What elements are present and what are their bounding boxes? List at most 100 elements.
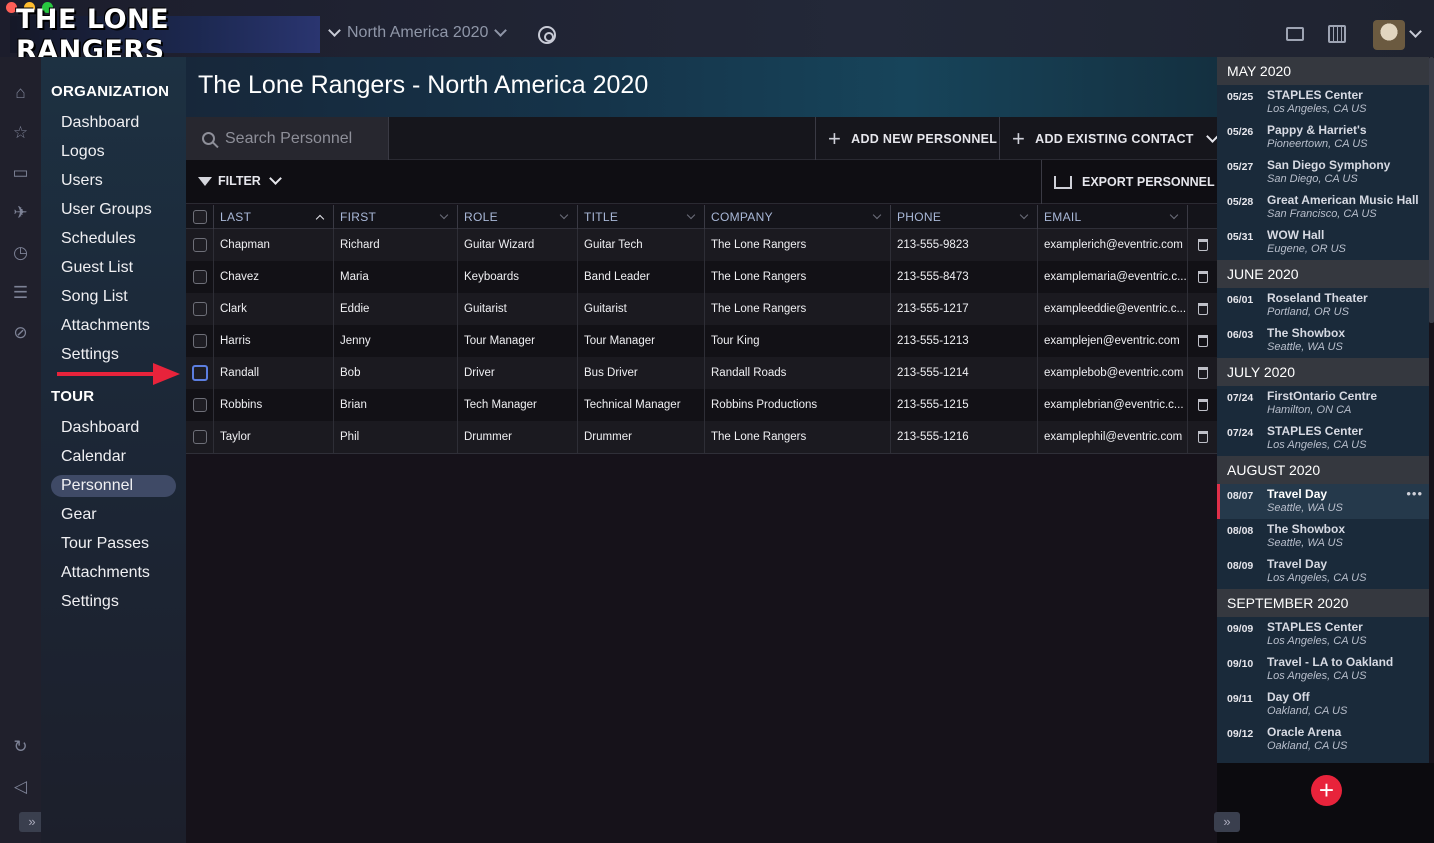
- sidebar-item-settings[interactable]: Settings: [51, 591, 176, 613]
- delete-row-button[interactable]: [1188, 357, 1217, 389]
- row-checkbox[interactable]: [192, 302, 207, 316]
- cell-phone: 213-555-1215: [891, 389, 1038, 421]
- calendar-icon[interactable]: [1328, 25, 1346, 43]
- sidebar-item-attachments[interactable]: Attachments: [51, 562, 176, 584]
- sidebar-item-schedules[interactable]: Schedules: [51, 228, 176, 250]
- row-checkbox[interactable]: [192, 398, 207, 412]
- filter-icon: [198, 176, 212, 186]
- row-checkbox[interactable]: [192, 430, 207, 444]
- event-location: Portland, OR US: [1267, 306, 1349, 318]
- column-header-role[interactable]: ROLE: [458, 205, 578, 229]
- schedule-event[interactable]: 05/31 WOW Hall Eugene, OR US: [1217, 225, 1429, 260]
- delete-row-button[interactable]: [1188, 389, 1217, 421]
- column-header-email[interactable]: EMAIL: [1038, 205, 1188, 229]
- row-checkbox-cell: [186, 421, 214, 453]
- schedule-event[interactable]: 05/26 Pappy & Harriet's Pioneertown, CA US: [1217, 120, 1429, 155]
- table-row[interactable]: Robbins Brian Tech Manager Technical Manage…: [186, 389, 1217, 421]
- id-card-icon[interactable]: [1286, 27, 1304, 41]
- paperclip-icon[interactable]: ⊘: [11, 323, 30, 342]
- table-row[interactable]: Clark Eddie Guitarist Guitarist The Lone Ran…: [186, 293, 1217, 325]
- schedule-event[interactable]: 06/03 The Showbox Seattle, WA US: [1217, 323, 1429, 358]
- column-header-first[interactable]: FIRST: [334, 205, 458, 229]
- event-date: 09/12: [1227, 728, 1254, 740]
- schedule-event[interactable]: 05/25 STAPLES Center Los Angeles, CA US: [1217, 85, 1429, 120]
- sidebar-item-logos[interactable]: Logos: [51, 141, 176, 163]
- delete-row-button[interactable]: [1188, 325, 1217, 357]
- month-header: JUNE 2020: [1217, 260, 1429, 288]
- icon-rail: ⌂ ☆ ▭ ✈ ◷ ☰ ⊘ ↻ ◁ »: [0, 57, 45, 843]
- add-event-button[interactable]: +: [1311, 775, 1342, 806]
- schedule-event[interactable]: 09/09 STAPLES Center Los Angeles, CA US: [1217, 617, 1429, 652]
- list-icon[interactable]: ☰: [11, 283, 30, 302]
- table-row[interactable]: Harris Jenny Tour Manager Tour Manager Tour …: [186, 325, 1217, 357]
- megaphone-icon[interactable]: ◁: [11, 777, 30, 796]
- band-logo[interactable]: THE LONE RANGERS: [10, 4, 320, 66]
- plane-icon[interactable]: ✈: [11, 203, 30, 222]
- sidebar-item-guest-list[interactable]: Guest List: [51, 257, 176, 279]
- column-header-phone[interactable]: PHONE: [891, 205, 1038, 229]
- column-header-company[interactable]: COMPANY: [705, 205, 891, 229]
- row-checkbox[interactable]: [192, 334, 207, 348]
- cell-title: Band Leader: [578, 261, 705, 293]
- select-all-checkbox[interactable]: [192, 210, 207, 224]
- delete-row-button[interactable]: [1188, 293, 1217, 325]
- schedule-event[interactable]: 07/24 STAPLES Center Los Angeles, CA US: [1217, 421, 1429, 456]
- schedule-event[interactable]: 06/01 Roseland Theater Portland, OR US: [1217, 288, 1429, 323]
- row-checkbox[interactable]: [192, 238, 207, 252]
- delete-row-button[interactable]: [1188, 229, 1217, 261]
- refresh-icon[interactable]: ↻: [11, 737, 30, 756]
- search-input[interactable]: Search Personnel: [186, 117, 389, 160]
- delete-row-button[interactable]: [1188, 421, 1217, 453]
- personnel-toolbar: Search Personnel + ADD NEW PERSONNEL + A…: [186, 117, 1219, 160]
- more-options-icon[interactable]: •••: [1406, 486, 1423, 501]
- table-row[interactable]: Chapman Richard Guitar Wizard Guitar Tech Th…: [186, 229, 1217, 261]
- sidebar-item-dashboard[interactable]: Dashboard: [51, 112, 176, 134]
- sidebar-item-gear[interactable]: Gear: [51, 504, 176, 526]
- clock-icon[interactable]: ◷: [11, 243, 30, 262]
- sidebar-item-song-list[interactable]: Song List: [51, 286, 176, 308]
- sidebar-item-attachments[interactable]: Attachments: [51, 315, 176, 337]
- row-checkbox[interactable]: [192, 270, 207, 284]
- sidebar-item-dashboard[interactable]: Dashboard: [51, 417, 176, 439]
- delete-row-button[interactable]: [1188, 261, 1217, 293]
- schedule-event[interactable]: 08/09 Travel Day Los Angeles, CA US: [1217, 554, 1429, 589]
- filter-button[interactable]: FILTER: [198, 172, 282, 188]
- expand-schedule-button[interactable]: »: [1214, 812, 1240, 832]
- tour-selector[interactable]: North America 2020: [328, 24, 508, 42]
- schedule-event[interactable]: 08/08 The Showbox Seattle, WA US: [1217, 519, 1429, 554]
- export-personnel-button[interactable]: EXPORT PERSONNEL: [1041, 160, 1217, 204]
- home-icon[interactable]: ⌂: [11, 83, 30, 102]
- schedule-event[interactable]: 09/12 Oracle Arena Oakland, CA US: [1217, 722, 1429, 757]
- schedule-event[interactable]: 07/24 FirstOntario Centre Hamilton, ON CA: [1217, 386, 1429, 421]
- sidebar-item-users[interactable]: Users: [51, 170, 176, 192]
- sidebar-item-calendar[interactable]: Calendar: [51, 446, 176, 468]
- schedule-event[interactable]: 05/27 San Diego Symphony San Diego, CA US: [1217, 155, 1429, 190]
- table-row[interactable]: Randall Bob Driver Bus Driver Randall Roads 2…: [186, 357, 1217, 389]
- chevron-down-icon[interactable]: [1409, 25, 1422, 38]
- sidebar-item-tour-passes[interactable]: Tour Passes: [51, 533, 176, 555]
- add-new-personnel-button[interactable]: + ADD NEW PERSONNEL: [828, 117, 997, 160]
- column-header-title[interactable]: TITLE: [578, 205, 705, 229]
- star-icon[interactable]: ☆: [11, 123, 30, 142]
- table-row[interactable]: Taylor Phil Drummer Drummer The Lone Rangers…: [186, 421, 1217, 453]
- event-location: San Diego, CA US: [1267, 173, 1358, 185]
- schedule-event[interactable]: 09/10 Travel - LA to Oakland Los Angeles, …: [1217, 652, 1429, 687]
- column-header-last[interactable]: LAST: [214, 205, 334, 229]
- briefcase-icon[interactable]: ▭: [11, 163, 30, 182]
- schedule-event[interactable]: 09/11 Day Off Oakland, CA US: [1217, 687, 1429, 722]
- schedule-event[interactable]: 05/28 Great American Music Hall San Franci…: [1217, 190, 1429, 225]
- avatar[interactable]: [1373, 20, 1405, 50]
- sidebar-item-user-groups[interactable]: User Groups: [51, 199, 176, 221]
- gear-icon[interactable]: [538, 26, 556, 44]
- add-existing-contact-button[interactable]: + ADD EXISTING CONTACT: [1012, 117, 1219, 160]
- sidebar-item-personnel[interactable]: Personnel: [51, 475, 176, 497]
- table-row[interactable]: Chavez Maria Keyboards Band Leader The Lone …: [186, 261, 1217, 293]
- schedule-scrollbar[interactable]: [1429, 57, 1434, 323]
- cell-first: Bob: [334, 357, 458, 389]
- org-heading: ORGANIZATION: [51, 83, 170, 100]
- event-name: Pappy & Harriet's: [1267, 123, 1367, 137]
- row-checkbox[interactable]: [191, 365, 208, 381]
- search-placeholder: Search Personnel: [225, 129, 353, 147]
- schedule-event[interactable]: 08/07 Travel Day Seattle, WA US •••: [1217, 484, 1429, 519]
- event-date: 07/24: [1227, 427, 1254, 439]
